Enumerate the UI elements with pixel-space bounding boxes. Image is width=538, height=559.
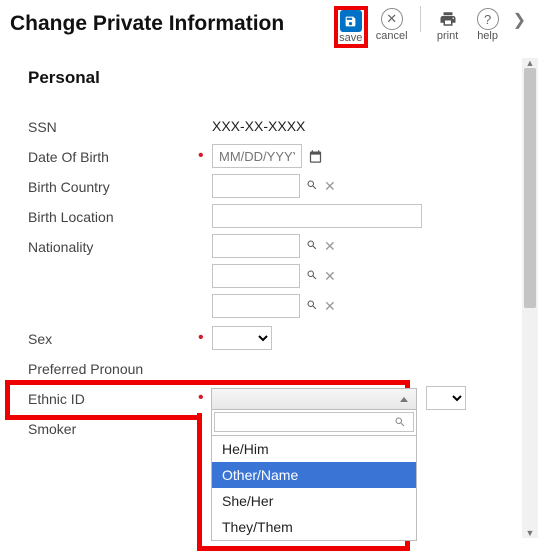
save-button[interactable]: save: [334, 6, 368, 48]
form-content: Personal SSN XXX-XX-XXXX Date Of Birth •…: [0, 48, 538, 442]
dropdown-search: [211, 410, 417, 436]
dropdown-option[interactable]: They/Them: [212, 514, 416, 540]
clear-icon[interactable]: ✕: [324, 178, 336, 195]
scroll-thumb[interactable]: [524, 68, 536, 308]
print-label: print: [437, 30, 458, 42]
print-button[interactable]: print: [431, 6, 465, 42]
section-title: Personal: [28, 68, 528, 88]
ethnic-label: Ethnic ID: [28, 389, 198, 407]
dropdown-header[interactable]: [211, 388, 417, 410]
ethnic-select[interactable]: [426, 386, 466, 410]
nationality-input-1[interactable]: [212, 234, 300, 258]
search-icon: [394, 416, 406, 431]
dropdown-option[interactable]: He/Him: [212, 436, 416, 462]
toolbar-divider: [420, 6, 421, 32]
birth-location-input[interactable]: [212, 204, 422, 228]
ssn-value: XXX-XX-XXXX: [212, 118, 305, 134]
dob-input[interactable]: [212, 144, 302, 168]
nationality-label: Nationality: [28, 237, 198, 255]
toolbar: save ✕ cancel print ? help ❯: [334, 6, 528, 48]
page-title: Change Private Information: [10, 12, 284, 36]
help-icon: ?: [477, 8, 499, 30]
clear-icon[interactable]: ✕: [324, 268, 336, 285]
dropdown-option[interactable]: Other/Name: [212, 462, 416, 488]
required-dot: •: [198, 333, 212, 343]
nationality-input-2[interactable]: [212, 264, 300, 288]
required-dot: •: [198, 393, 212, 403]
ssn-label: SSN: [28, 117, 198, 135]
cancel-button[interactable]: ✕ cancel: [374, 6, 410, 42]
chevron-right-icon[interactable]: ❯: [511, 6, 528, 30]
cancel-label: cancel: [376, 30, 408, 42]
sex-label: Sex: [28, 329, 198, 347]
birth-location-label: Birth Location: [28, 207, 198, 225]
search-icon[interactable]: [306, 179, 318, 194]
smoker-label: Smoker: [28, 419, 198, 437]
search-icon[interactable]: [306, 299, 318, 314]
dropdown-option[interactable]: She/Her: [212, 488, 416, 514]
sex-select[interactable]: [212, 326, 272, 350]
search-icon[interactable]: [306, 269, 318, 284]
scroll-up-icon[interactable]: ▲: [522, 58, 538, 68]
dropdown-list: He/Him Other/Name She/Her They/Them: [211, 436, 417, 541]
save-label: save: [339, 32, 362, 44]
dob-label: Date Of Birth: [28, 147, 198, 165]
save-icon: [340, 10, 362, 32]
pronoun-dropdown[interactable]: He/Him Other/Name She/Her They/Them: [211, 388, 417, 541]
scroll-down-icon[interactable]: ▼: [522, 528, 538, 538]
clear-icon[interactable]: ✕: [324, 238, 336, 255]
help-label: help: [477, 30, 498, 42]
cancel-icon: ✕: [381, 8, 403, 30]
calendar-icon[interactable]: [308, 149, 323, 164]
clear-icon[interactable]: ✕: [324, 298, 336, 315]
print-icon: [437, 8, 459, 30]
birth-country-label: Birth Country: [28, 177, 198, 195]
required-dot: •: [198, 151, 212, 161]
scrollbar[interactable]: ▲ ▼: [522, 58, 538, 538]
search-icon[interactable]: [306, 239, 318, 254]
pronoun-label: Preferred Pronoun: [28, 359, 198, 377]
nationality-input-3[interactable]: [212, 294, 300, 318]
birth-country-input[interactable]: [212, 174, 300, 198]
help-button[interactable]: ? help: [471, 6, 505, 42]
dropdown-search-input[interactable]: [214, 412, 414, 432]
